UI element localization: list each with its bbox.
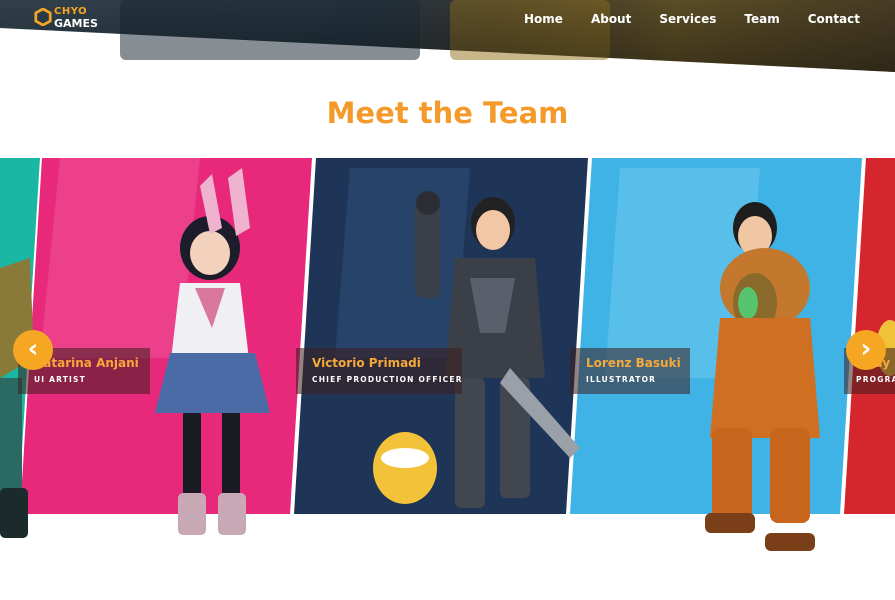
section-title: Meet the Team: [326, 96, 569, 130]
chevron-right-icon: ›: [860, 333, 872, 364]
chevron-left-icon: ‹: [27, 333, 39, 364]
member-role: CHIEF PRODUCTION OFFICER: [312, 375, 463, 384]
nav-contact[interactable]: Contact: [808, 12, 860, 26]
hexagon-logo-icon: [34, 8, 52, 26]
nav-team[interactable]: Team: [744, 12, 779, 26]
logo[interactable]: CHYO GAMES: [34, 6, 104, 32]
logo-text-top: CHYO: [54, 6, 88, 17]
main-nav: Home About Services Team Contact: [496, 12, 860, 26]
member-role: UI ARTIST: [34, 375, 86, 384]
member-name: Lorenz Basuki: [586, 356, 681, 370]
team-card-victorio[interactable]: Victorio Primadi CHIEF PRODUCTION OFFICE…: [296, 348, 462, 394]
carousel-prev-button[interactable]: ‹: [13, 330, 53, 370]
member-name: Victorio Primadi: [312, 356, 421, 370]
member-role: ILLUSTRATOR: [586, 375, 657, 384]
logo-text-bottom: GAMES: [54, 17, 98, 30]
header-banner: CHYO GAMES Home About Services Team Cont…: [0, 0, 895, 75]
team-carousel: Katarina Anjani UI ARTIST Victorio Prima…: [0, 158, 895, 558]
nav-about[interactable]: About: [591, 12, 631, 26]
member-role: PROGRA: [856, 375, 895, 384]
nav-services[interactable]: Services: [659, 12, 716, 26]
team-card-lorenz[interactable]: Lorenz Basuki ILLUSTRATOR: [570, 348, 690, 394]
nav-home[interactable]: Home: [524, 12, 563, 26]
carousel-next-button[interactable]: ›: [846, 330, 886, 370]
